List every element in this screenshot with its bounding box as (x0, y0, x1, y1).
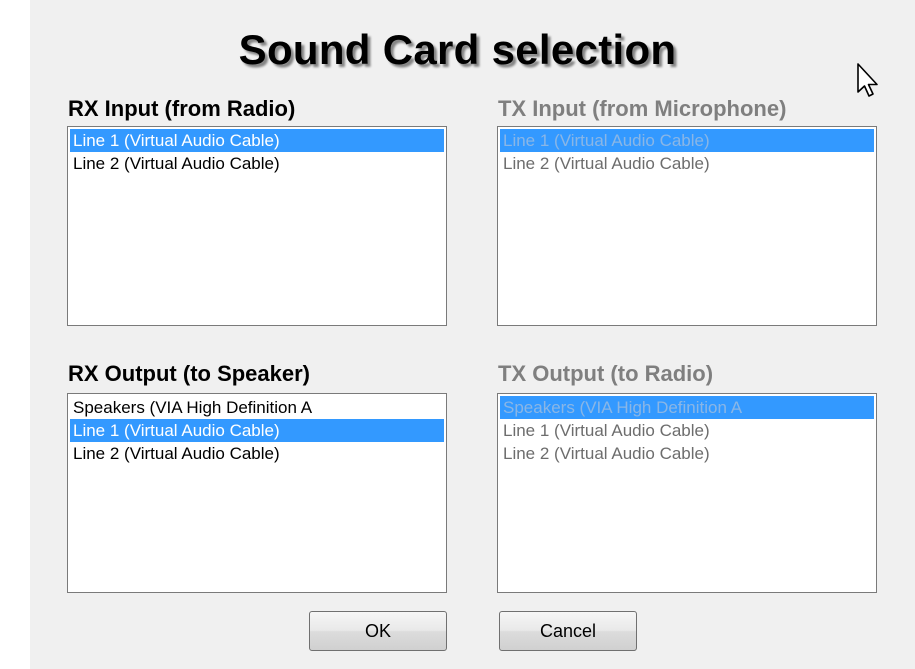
tx-input-item: Line 2 (Virtual Audio Cable) (503, 154, 710, 173)
dialog-title: Sound Card selection (238, 26, 677, 73)
tx-input-label: TX Input (from Microphone) (498, 96, 787, 121)
rx-output-item[interactable]: Line 1 (Virtual Audio Cable) (70, 419, 444, 442)
tx-input-listbox: Line 1 (Virtual Audio Cable) Line 2 (Vir… (497, 126, 877, 326)
tx-output-listbox: Speakers (VIA High Definition A Line 1 (… (497, 393, 877, 593)
rx-input-item[interactable]: Line 2 (Virtual Audio Cable) (70, 152, 444, 175)
rx-input-label: RX Input (from Radio) (68, 96, 296, 121)
tx-output-label: TX Output (to Radio) (498, 361, 714, 386)
tx-output-item: Speakers (VIA High Definition A (500, 396, 874, 419)
tx-output-item: Line 2 (Virtual Audio Cable) (503, 444, 710, 463)
rx-output-item[interactable]: Speakers (VIA High Definition A (70, 396, 444, 419)
mouse-pointer-icon (857, 63, 878, 97)
rx-output-listbox[interactable]: Speakers (VIA High Definition A Line 1 (… (67, 393, 447, 593)
tx-output-item: Line 1 (Virtual Audio Cable) (503, 421, 710, 440)
rx-output-label: RX Output (to Speaker) (68, 361, 311, 386)
rx-output-item[interactable]: Line 2 (Virtual Audio Cable) (70, 442, 444, 465)
tx-input-item: Line 1 (Virtual Audio Cable) (500, 129, 874, 152)
ok-button[interactable]: OK (309, 611, 447, 651)
cancel-button[interactable]: Cancel (499, 611, 637, 651)
rx-input-item[interactable]: Line 1 (Virtual Audio Cable) (70, 129, 444, 152)
rx-input-listbox[interactable]: Line 1 (Virtual Audio Cable) Line 2 (Vir… (67, 126, 447, 326)
